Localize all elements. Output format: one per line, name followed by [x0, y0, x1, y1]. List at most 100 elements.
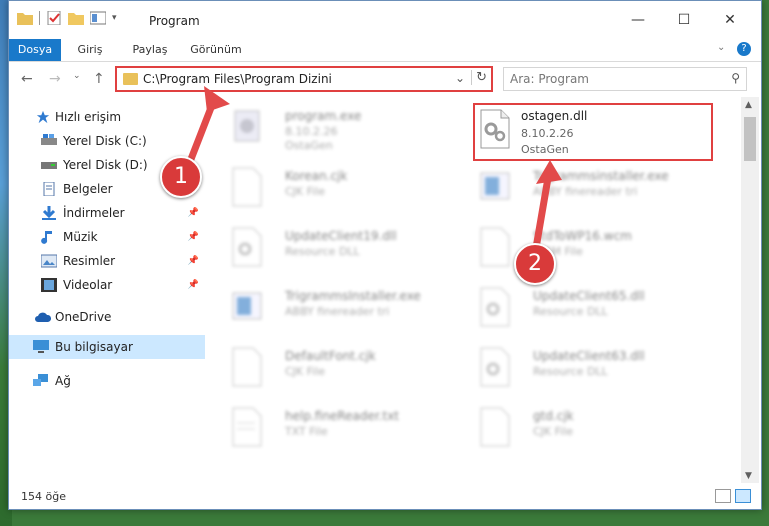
file-item[interactable]: help.fineReader.txt TXT File — [215, 401, 455, 459]
chevron-down-icon[interactable]: ▾ — [112, 13, 117, 23]
drive-icon — [41, 162, 57, 169]
network-icon — [33, 374, 48, 386]
file-item[interactable]: UpdateClient63.dll Resource DLL — [463, 341, 703, 399]
tab-paylas[interactable]: Paylaş — [119, 39, 181, 61]
sidebar-item-pictures[interactable]: Resimler 📌 — [9, 249, 205, 273]
file-type: TXT File — [285, 425, 328, 438]
file-item[interactable]: Trigrammsinstaller.exe ABBY finereader t… — [463, 161, 703, 219]
properties-icon[interactable] — [46, 11, 62, 25]
tiles-view-icon[interactable] — [735, 489, 751, 503]
folder-icon[interactable] — [17, 11, 33, 25]
scrollbar-thumb[interactable] — [744, 117, 756, 161]
new-folder-icon[interactable] — [68, 11, 84, 25]
file-name: Trigrammsinstaller.exe — [533, 169, 669, 183]
maximize-button[interactable]: ☐ — [661, 5, 707, 35]
sidebar-item-label: Yerel Disk (D:) — [63, 158, 148, 172]
sidebar-item-local-disk-c[interactable]: Yerel Disk (C:) — [9, 129, 205, 153]
address-row: ← → ⌄ ↑ C:\Program Files\Program Dizini … — [9, 62, 761, 96]
search-icon[interactable]: ⚲ — [731, 71, 740, 85]
generic-file-icon — [480, 407, 510, 447]
minimize-button[interactable]: — — [615, 5, 661, 35]
file-name: help.fineReader.txt — [285, 409, 399, 423]
sidebar-item-downloads[interactable]: İndirmeler 📌 — [9, 201, 205, 225]
chevron-down-icon[interactable]: ⌄ — [717, 42, 725, 53]
file-type: CJK File — [285, 365, 326, 378]
toolbar-separator — [39, 11, 40, 25]
chevron-down-icon[interactable]: ⌄ — [455, 71, 465, 85]
tab-gorunum[interactable]: Görünüm — [181, 39, 251, 61]
dll-file-icon — [232, 227, 262, 267]
view-options-icon[interactable] — [90, 11, 106, 25]
cloud-icon — [35, 312, 51, 322]
dll-file-icon — [480, 287, 510, 327]
sidebar-item-label: Resimler — [63, 254, 116, 268]
sidebar-item-label: Belgeler — [63, 182, 113, 196]
sidebar-item-label: OneDrive — [55, 310, 112, 324]
file-item[interactable]: gtd.cjk CJK File — [463, 401, 703, 459]
pin-icon[interactable]: 📌 — [188, 232, 199, 242]
generic-file-icon — [232, 347, 262, 387]
sidebar-item-onedrive[interactable]: OneDrive — [9, 305, 205, 329]
address-path[interactable]: C:\Program Files\Program Dizini — [143, 72, 332, 86]
pin-icon[interactable]: 📌 — [188, 280, 199, 290]
exe-file-icon — [232, 292, 262, 320]
pin-icon[interactable]: 📌 — [188, 208, 199, 218]
exe-file-icon — [480, 172, 510, 200]
file-version: 8.10.2.26 — [521, 127, 574, 140]
file-item[interactable]: UpdateClient65.dll Resource DLL — [463, 281, 703, 339]
pictures-icon — [41, 254, 57, 268]
search-input[interactable]: Ara: Program ⚲ — [503, 67, 747, 91]
pin-icon[interactable]: 📌 — [188, 256, 199, 266]
help-icon[interactable]: ? — [737, 42, 751, 56]
generic-file-icon — [232, 167, 262, 207]
file-type: Resource DLL — [285, 245, 360, 258]
vertical-scrollbar[interactable]: ▲ ▼ — [741, 97, 759, 483]
scroll-down-icon[interactable]: ▼ — [745, 471, 752, 481]
chevron-down-icon[interactable]: ⌄ — [73, 71, 81, 81]
file-item[interactable]: UpdateClient19.dll Resource DLL — [215, 221, 455, 279]
file-name: ostagen.dll — [521, 109, 588, 123]
file-type: ABBY finereader tri — [533, 185, 638, 198]
refresh-icon[interactable]: ↻ — [471, 70, 487, 85]
file-item[interactable]: program.exe 8.10.2.26 OstaGen — [215, 101, 455, 159]
up-arrow-icon[interactable]: ↑ — [93, 71, 105, 87]
file-item[interactable]: TrigrammsInstaller.exe ABBY finereader t… — [215, 281, 455, 339]
search-placeholder: Ara: Program — [510, 72, 589, 86]
tab-dosya[interactable]: Dosya — [9, 39, 61, 61]
file-company: OstaGen — [521, 143, 569, 156]
folder-icon — [123, 73, 138, 85]
file-company: OstaGen — [285, 139, 333, 152]
dll-file-icon — [480, 347, 510, 387]
sidebar-item-network[interactable]: Ağ — [9, 369, 205, 393]
address-bar[interactable]: C:\Program Files\Program Dizini ⌄ ↻ — [115, 66, 493, 92]
back-arrow-icon[interactable]: ← — [21, 71, 33, 87]
sidebar-item-this-pc[interactable]: Bu bilgisayar — [9, 335, 205, 359]
file-name: Korean.cjk — [285, 169, 348, 183]
file-explorer-window: ▾ Program — ☐ ✕ Dosya Giriş Paylaş Görün… — [8, 0, 762, 510]
sidebar-item-videos[interactable]: Videolar 📌 — [9, 273, 205, 297]
item-count: 154 öğe — [21, 490, 66, 503]
file-list: program.exe 8.10.2.26 OstaGen ostagen.dl… — [205, 97, 741, 483]
sidebar-item-label: Ağ — [55, 374, 71, 388]
file-name: program.exe — [285, 109, 362, 123]
file-type: ABBY finereader tri — [285, 305, 390, 318]
status-bar: 154 öğe — [9, 483, 761, 509]
scroll-up-icon[interactable]: ▲ — [745, 100, 752, 110]
star-icon — [36, 110, 50, 124]
sidebar-item-quick-access[interactable]: Hızlı erişim — [9, 105, 205, 129]
file-name: StdToWP16.wcm — [533, 229, 632, 243]
file-item[interactable]: StdToWP16.wcm WCM File — [463, 221, 703, 279]
sidebar-item-label: Hızlı erişim — [55, 110, 122, 124]
details-view-icon[interactable] — [715, 489, 731, 503]
file-item[interactable]: DefaultFont.cjk CJK File — [215, 341, 455, 399]
file-version: 8.10.2.26 — [285, 125, 338, 138]
forward-arrow-icon[interactable]: → — [49, 71, 61, 87]
file-item-ostagen-dll[interactable]: ostagen.dll 8.10.2.26 OstaGen — [473, 103, 713, 161]
file-item[interactable]: Korean.cjk CJK File — [215, 161, 455, 219]
close-button[interactable]: ✕ — [707, 5, 753, 35]
sidebar-item-label: Yerel Disk (C:) — [63, 134, 147, 148]
file-name: UpdateClient63.dll — [533, 349, 645, 363]
dll-file-icon — [480, 109, 510, 149]
sidebar-item-music[interactable]: Müzik 📌 — [9, 225, 205, 249]
tab-giris[interactable]: Giriş — [61, 39, 119, 61]
